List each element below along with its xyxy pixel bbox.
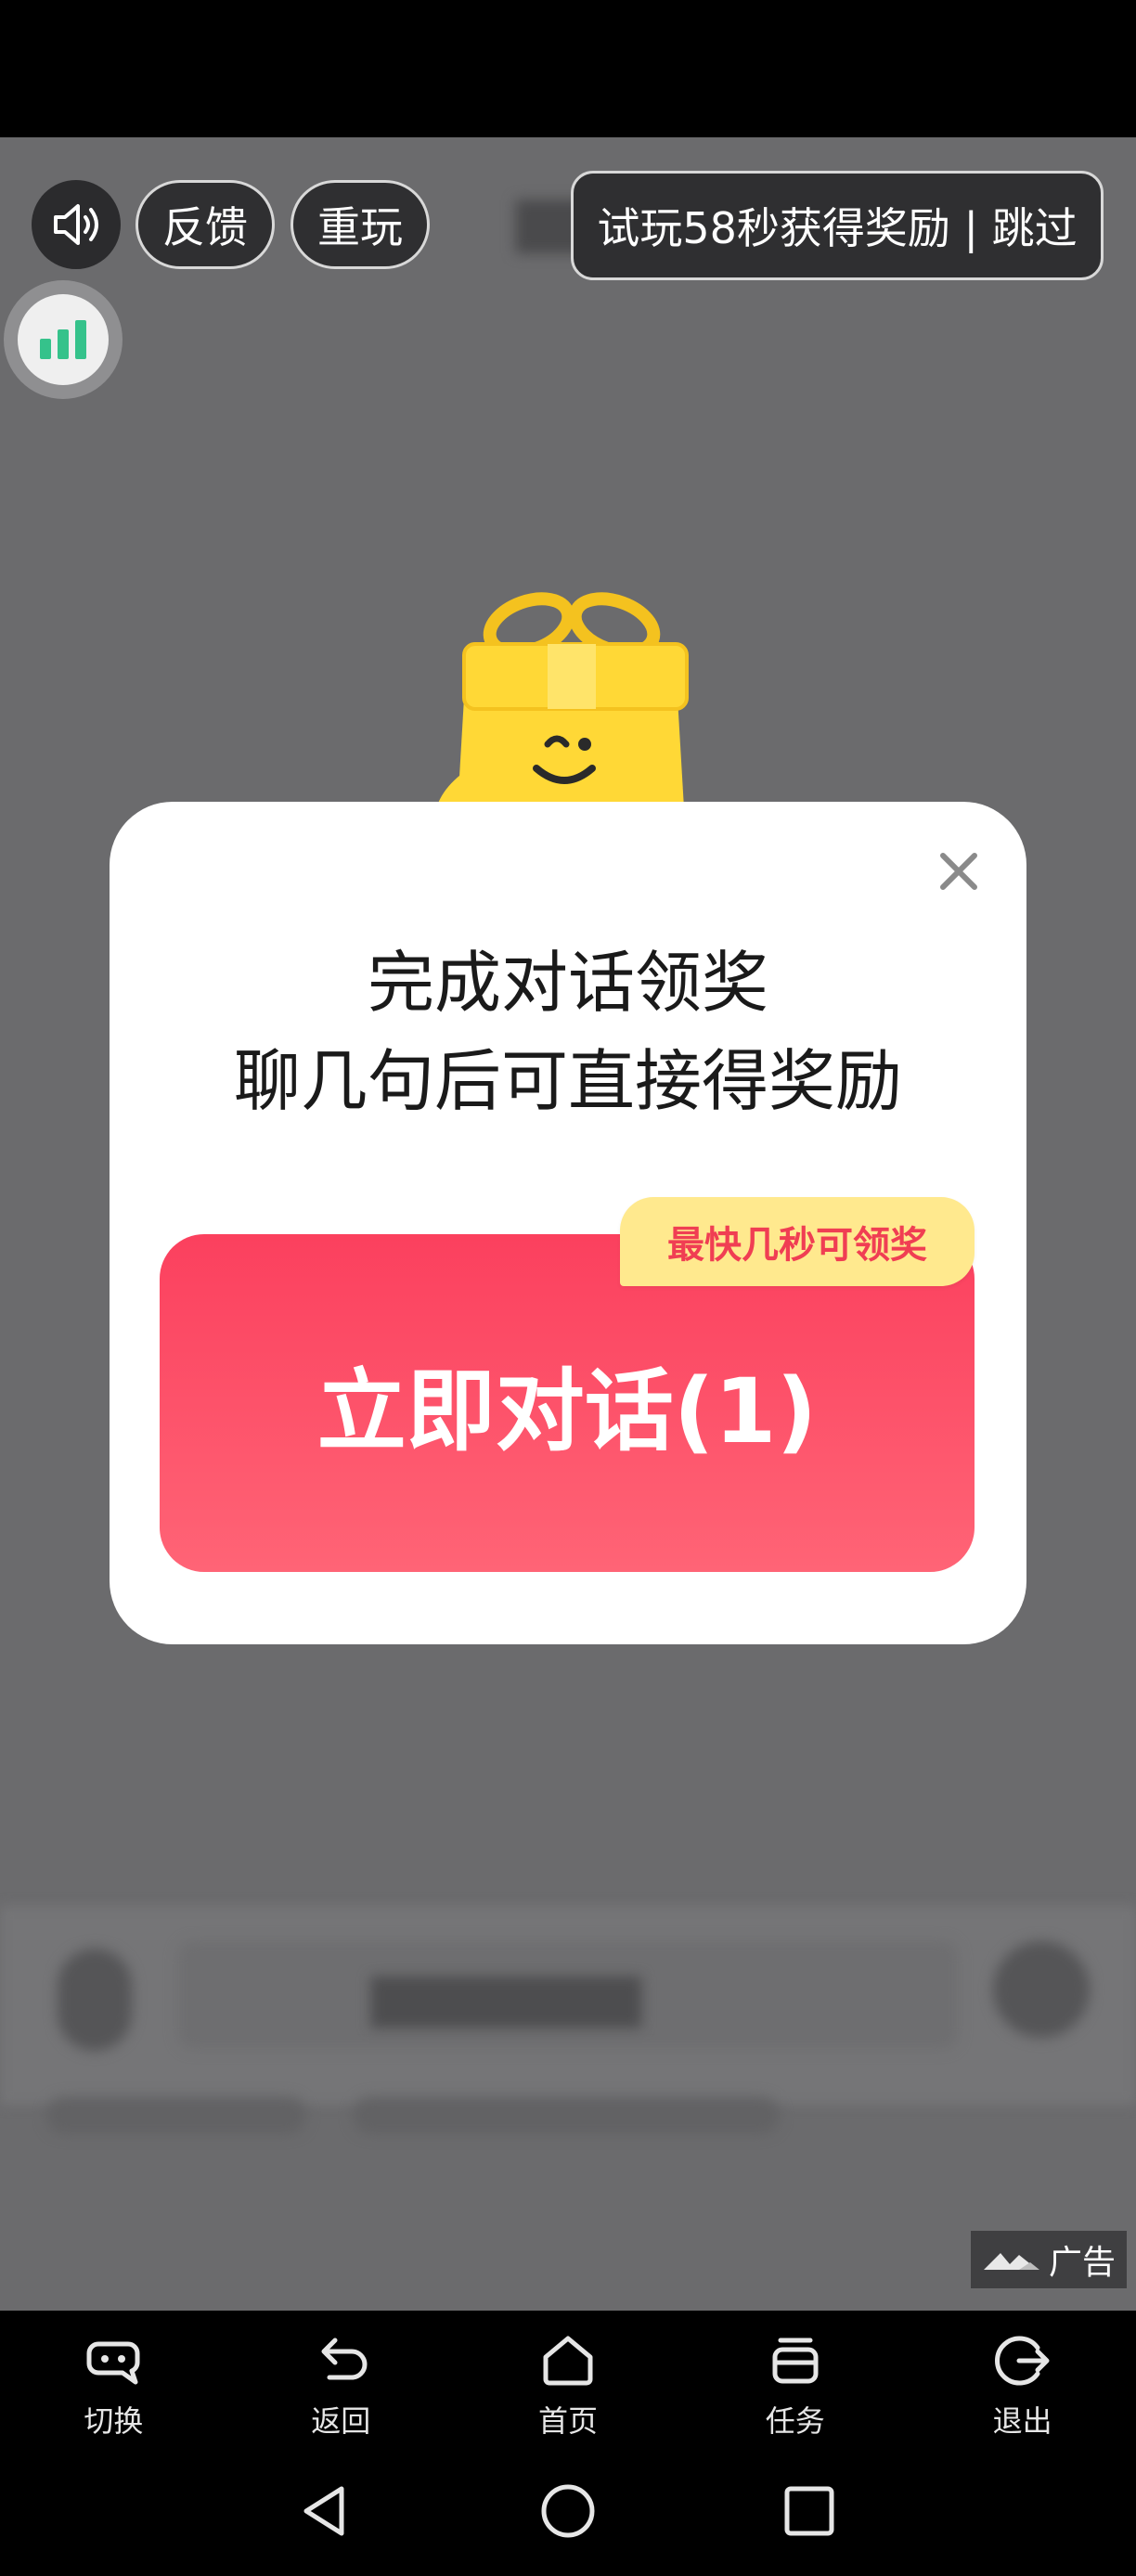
nav-label-switch: 切换 bbox=[84, 2403, 144, 2439]
blurred-input-placeholder: ▇▇▇▇▇▇▇ bbox=[371, 1969, 641, 2028]
blurred-mic-icon bbox=[58, 1949, 132, 2051]
home-icon bbox=[543, 2336, 593, 2386]
system-nav-bar bbox=[0, 2446, 1136, 2576]
ad-badge-label: 广告 bbox=[1048, 2244, 1116, 2282]
dialog-subtitle: 聊几句后可直接得奖励 bbox=[233, 1042, 902, 1120]
back-arrow-icon bbox=[321, 2338, 368, 2380]
dialog-title: 完成对话领奖 bbox=[367, 944, 768, 1022]
switch-icon bbox=[86, 2341, 140, 2385]
skip-countdown-button[interactable]: 试玩58秒获得奖励 | 跳过 bbox=[571, 171, 1104, 280]
feedback-button[interactable]: 反馈 bbox=[136, 180, 275, 269]
ad-badge: 广告 bbox=[971, 2231, 1127, 2288]
blurred-footnote-2 bbox=[353, 2097, 780, 2134]
ad-network-logo-icon bbox=[983, 2253, 1039, 2270]
system-recents-icon[interactable] bbox=[780, 2481, 839, 2541]
system-back-icon[interactable] bbox=[295, 2481, 355, 2541]
status-bar bbox=[0, 0, 1136, 137]
blurred-emoji-icon bbox=[993, 1941, 1090, 2038]
bottom-nav: 切换 返回 首页 任务 退出 bbox=[0, 2311, 1136, 2446]
close-dialog-button[interactable] bbox=[934, 846, 984, 896]
nav-item-home[interactable]: 首页 bbox=[455, 2311, 682, 2446]
fast-reward-tip-badge: 最快几秒可领奖 bbox=[620, 1197, 975, 1286]
exit-icon bbox=[994, 2336, 1050, 2386]
nav-item-back[interactable]: 返回 bbox=[227, 2311, 455, 2446]
nav-label-exit: 退出 bbox=[992, 2403, 1052, 2439]
nav-label-back: 返回 bbox=[311, 2403, 371, 2439]
replay-button[interactable]: 重玩 bbox=[290, 180, 430, 269]
nav-item-switch[interactable]: 切换 bbox=[0, 2311, 227, 2446]
blurred-footnote bbox=[46, 2097, 306, 2134]
system-home-icon[interactable] bbox=[538, 2481, 598, 2541]
signal-stats-button[interactable] bbox=[4, 280, 123, 399]
nav-item-task[interactable]: 任务 bbox=[681, 2311, 909, 2446]
sound-toggle-button[interactable] bbox=[32, 180, 121, 269]
task-icon bbox=[772, 2338, 819, 2384]
nav-label-home: 首页 bbox=[537, 2403, 598, 2439]
nav-label-task: 任务 bbox=[765, 2403, 825, 2439]
speaker-icon bbox=[54, 204, 98, 245]
nav-item-exit[interactable]: 退出 bbox=[909, 2311, 1136, 2446]
bar-chart-icon bbox=[18, 294, 109, 385]
